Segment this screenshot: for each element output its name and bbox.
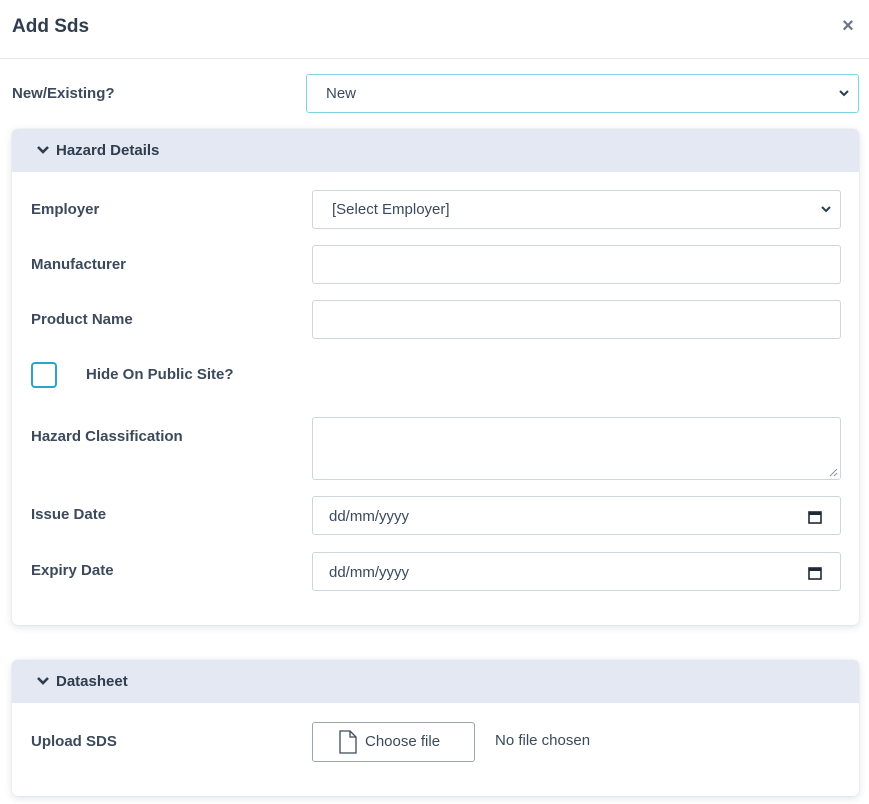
manufacturer-label: Manufacturer <box>31 256 127 273</box>
new-existing-value: New <box>326 85 357 102</box>
hazard-classification-label: Hazard Classification <box>31 428 183 445</box>
chevron-down-icon <box>839 90 849 97</box>
hide-public-label: Hide On Public Site? <box>86 366 234 383</box>
modal-header: Add Sds × <box>0 0 869 59</box>
issue-date-input[interactable]: dd/mm/yyyy <box>312 496 841 535</box>
manufacturer-input[interactable] <box>312 245 841 284</box>
file-icon <box>339 730 357 754</box>
upload-sds-label: Upload SDS <box>31 733 117 750</box>
issue-date-label: Issue Date <box>31 506 107 523</box>
calendar-icon[interactable] <box>808 510 822 524</box>
expiry-date-input[interactable]: dd/mm/yyyy <box>312 552 841 591</box>
new-existing-select[interactable]: New <box>306 74 859 113</box>
employer-value: [Select Employer] <box>332 201 450 218</box>
hide-public-checkbox[interactable] <box>31 362 57 388</box>
chevron-down-icon <box>821 206 831 213</box>
hazard-details-title: Hazard Details <box>56 142 160 159</box>
employer-label: Employer <box>31 201 100 218</box>
expiry-date-label: Expiry Date <box>31 562 114 579</box>
issue-date-placeholder: dd/mm/yyyy <box>329 508 410 525</box>
datasheet-header[interactable]: Datasheet <box>12 660 859 703</box>
chevron-down-icon <box>37 146 49 154</box>
new-existing-label: New/Existing? <box>12 85 115 102</box>
close-button[interactable]: × <box>839 15 857 37</box>
product-name-input[interactable] <box>312 300 841 339</box>
hazard-details-header[interactable]: Hazard Details <box>12 129 859 172</box>
file-status: No file chosen <box>495 732 591 749</box>
choose-file-button[interactable]: Choose file <box>312 722 475 762</box>
modal-title: Add Sds <box>12 16 90 37</box>
calendar-icon[interactable] <box>808 566 822 580</box>
employer-select[interactable]: [Select Employer] <box>312 190 841 229</box>
resize-grip-icon[interactable] <box>829 468 838 477</box>
product-name-label: Product Name <box>31 311 133 328</box>
hazard-classification-textarea[interactable] <box>312 417 841 480</box>
datasheet-title: Datasheet <box>56 673 128 690</box>
chevron-down-icon <box>37 677 49 685</box>
expiry-date-placeholder: dd/mm/yyyy <box>329 564 410 581</box>
choose-file-label: Choose file <box>365 733 441 750</box>
